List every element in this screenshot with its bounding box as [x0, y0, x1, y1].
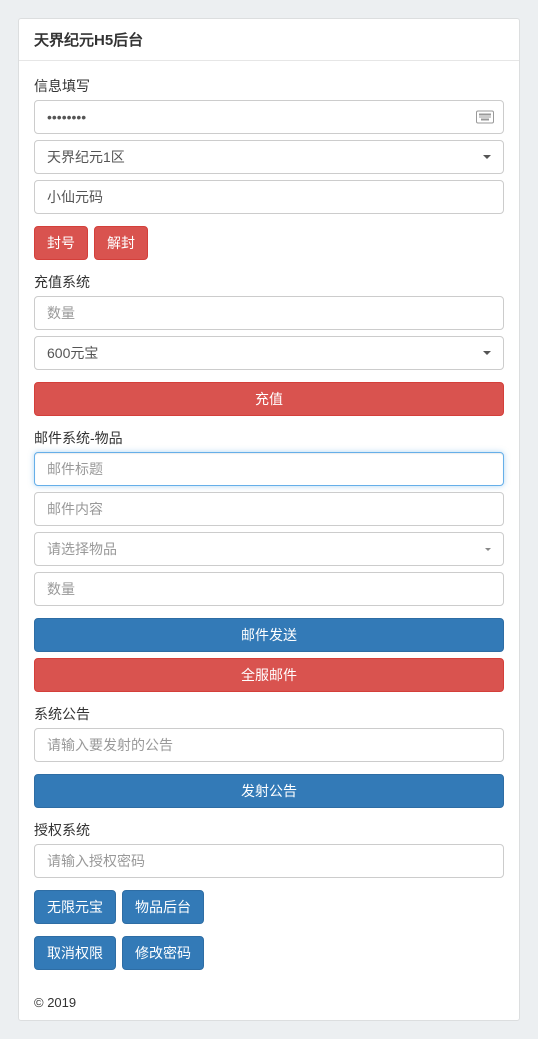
recharge-amount-value: 600元宝	[47, 343, 98, 363]
notice-input[interactable]	[34, 728, 504, 762]
admin-panel: 天界纪元H5后台 信息填写 天界纪元1区	[18, 18, 520, 1021]
unban-button[interactable]: 解封	[94, 226, 148, 260]
item-admin-button[interactable]: 物品后台	[122, 890, 204, 924]
mail-item-placeholder: 请选择物品	[47, 539, 117, 559]
cancel-auth-button[interactable]: 取消权限	[34, 936, 116, 970]
chevron-down-icon	[483, 155, 491, 159]
mail-all-button[interactable]: 全服邮件	[34, 658, 504, 692]
mail-title-input[interactable]	[34, 452, 504, 486]
server-select[interactable]: 天界纪元1区	[34, 140, 504, 174]
auth-code-input[interactable]	[34, 844, 504, 878]
chevron-down-icon	[483, 351, 491, 355]
password-input[interactable]	[34, 100, 504, 134]
recharge-button[interactable]: 充值	[34, 382, 504, 416]
chevron-down-icon	[485, 548, 491, 551]
recharge-label: 充值系统	[34, 272, 504, 292]
panel-body: 信息填写 天界纪元1区 封号 解封	[19, 61, 519, 985]
change-pwd-button[interactable]: 修改密码	[122, 936, 204, 970]
mail-send-button[interactable]: 邮件发送	[34, 618, 504, 652]
panel-title: 天界纪元H5后台	[34, 29, 504, 50]
info-label: 信息填写	[34, 76, 504, 96]
auth-label: 授权系统	[34, 820, 504, 840]
unlimited-button[interactable]: 无限元宝	[34, 890, 116, 924]
notice-label: 系统公告	[34, 704, 504, 724]
mail-item-select[interactable]: 请选择物品	[34, 532, 504, 566]
ban-button[interactable]: 封号	[34, 226, 88, 260]
mail-label: 邮件系统-物品	[34, 428, 504, 448]
footer: © 2019	[19, 985, 519, 1020]
mail-content-input[interactable]	[34, 492, 504, 526]
copyright: © 2019	[34, 995, 76, 1010]
recharge-qty-input[interactable]	[34, 296, 504, 330]
panel-heading: 天界纪元H5后台	[19, 19, 519, 61]
recharge-amount-select[interactable]: 600元宝	[34, 336, 504, 370]
notice-send-button[interactable]: 发射公告	[34, 774, 504, 808]
server-select-value: 天界纪元1区	[47, 147, 125, 167]
mail-qty-input[interactable]	[34, 572, 504, 606]
name-input[interactable]	[34, 180, 504, 214]
